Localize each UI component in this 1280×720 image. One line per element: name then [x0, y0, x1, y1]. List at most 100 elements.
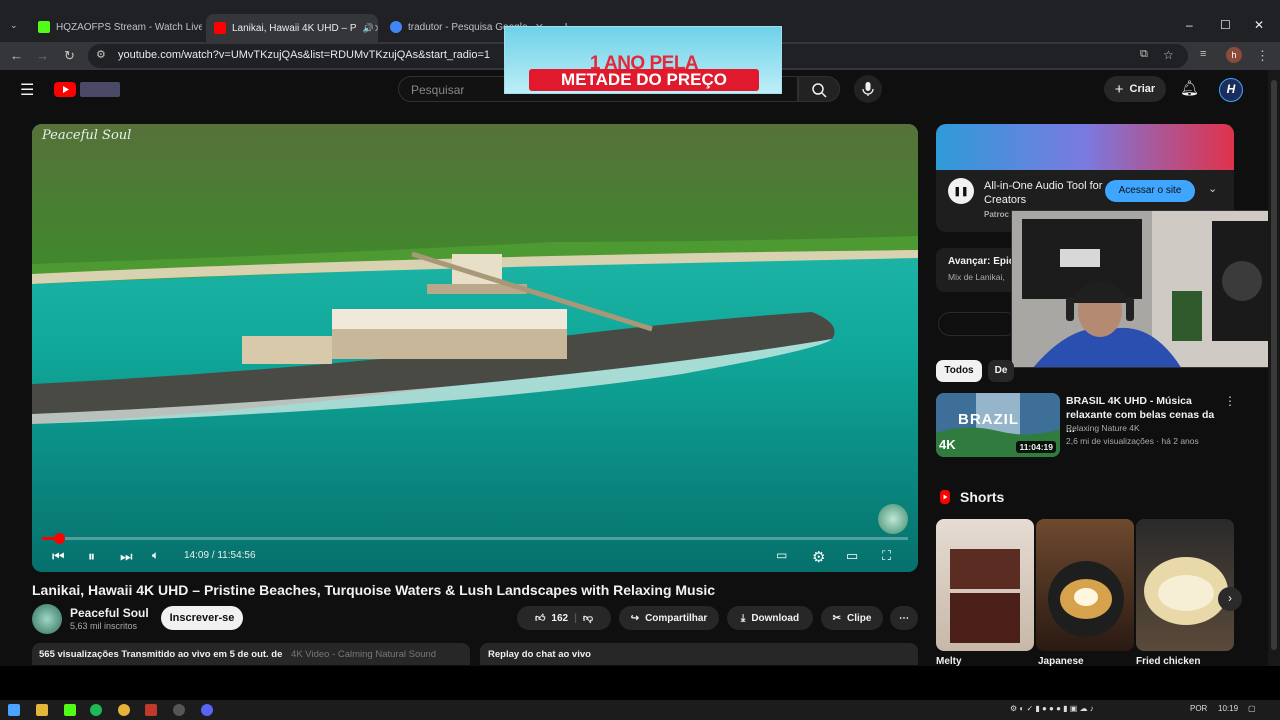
chip-de[interactable]: De [988, 360, 1014, 382]
like-dislike-group: 👍︎ 162 | 👎︎ [517, 606, 611, 630]
video-duration: 11:04:19 [1016, 441, 1056, 453]
google-favicon-icon [390, 21, 402, 33]
like-icon[interactable]: 👍︎ [535, 612, 545, 624]
subtitles-icon[interactable]: ▭ [776, 548, 787, 562]
subscriber-count: 5,63 mil inscritos [70, 621, 138, 631]
obs-icon[interactable] [173, 704, 185, 716]
notifications-bell-icon[interactable]: 🔔︎ [1180, 79, 1199, 97]
theater-mode-icon[interactable]: ▭ [846, 548, 858, 564]
notification-center-icon[interactable]: ▢ [1248, 704, 1256, 713]
microphone-icon [862, 82, 874, 96]
site-info-icon[interactable]: ⚙ [96, 48, 106, 61]
recommendation-thumbnail[interactable]: BRAZIL 4K 11:04:19 [936, 393, 1060, 457]
mix-subtitle: Mix de Lanikai, [948, 272, 1005, 282]
more-actions-button[interactable]: ⋯ [890, 606, 918, 630]
chip-all[interactable]: Todos [936, 360, 982, 382]
create-button[interactable]: + Criar [1104, 76, 1166, 102]
fullscreen-icon[interactable]: ⛶ [882, 548, 891, 564]
tab-hqzaofps[interactable]: HQZAOFPS Stream - Watch Live ✕ [30, 16, 202, 38]
more-icon: ⋯ [899, 612, 909, 624]
ad-banner-image [936, 124, 1234, 170]
overlay-promo-banner[interactable]: 1 ANO PELA METADE DO PREÇO [504, 26, 782, 94]
channel-branding-icon[interactable] [878, 504, 908, 534]
input-language[interactable]: POR [1190, 704, 1207, 713]
hamburger-menu-icon[interactable]: ☰ [20, 80, 34, 100]
download-icon: ⤓ [740, 612, 746, 624]
channel-name[interactable]: Peaceful Soul [70, 606, 149, 620]
reload-icon[interactable]: ↻ [64, 48, 75, 64]
back-icon[interactable]: ← [10, 48, 23, 63]
webcam-feed [1012, 211, 1279, 367]
dislike-icon[interactable]: 👎︎ [583, 612, 593, 624]
settings-gear-icon[interactable]: ⚙ [812, 548, 825, 566]
shorts-next-arrow-icon[interactable]: › [1218, 587, 1242, 611]
download-button[interactable]: ⤓ Download [727, 606, 813, 630]
plus-icon: + [1114, 80, 1124, 98]
short-thumbnail[interactable] [1136, 519, 1234, 651]
mix-action-pill[interactable] [938, 312, 1018, 336]
tab-search-icon[interactable]: ⌄ [10, 20, 18, 31]
close-window-icon[interactable]: ✕ [1254, 18, 1264, 32]
media-controls-icon[interactable]: ≡ [1200, 48, 1206, 60]
url-text[interactable]: youtube.com/watch?v=UMvTKzujQAs&list=RDU… [118, 49, 490, 61]
chrome-icon[interactable] [118, 704, 130, 716]
search-placeholder: Pesquisar [411, 83, 465, 97]
shorts-logo-icon [938, 490, 952, 504]
cast-icon[interactable]: ⧉ [1140, 48, 1148, 61]
channel-avatar[interactable] [32, 604, 62, 634]
short-thumbnail[interactable] [1036, 519, 1134, 651]
video-title: Lanikai, Hawaii 4K UHD – Pristine Beache… [32, 582, 716, 598]
profile-avatar[interactable]: h [1226, 47, 1242, 63]
page-scrollbar[interactable] [1268, 70, 1280, 666]
description-box[interactable]: 565 visualizações Transmitido ao vivo em… [32, 643, 470, 665]
ad-pause-icon[interactable]: ❚❚ [948, 178, 974, 204]
kick-favicon-icon [38, 21, 50, 33]
browser-menu-icon[interactable]: ⋮ [1256, 48, 1269, 64]
start-windows-icon[interactable] [8, 704, 20, 716]
next-icon[interactable]: ⏭ [120, 548, 133, 565]
progress-bar[interactable] [42, 533, 908, 544]
kick-app-icon[interactable] [64, 704, 76, 716]
ad-visit-site-button[interactable]: Acessar o site [1105, 180, 1195, 202]
chevron-down-icon[interactable]: ⌄ [1208, 182, 1217, 195]
pause-icon[interactable]: ⏸ [88, 548, 95, 565]
spotify-icon[interactable] [90, 704, 102, 716]
time-display: 14:09 / 11:54:56 [184, 550, 256, 561]
video-player[interactable]: Peaceful Soul ⏮ ⏸ ⏭ 🔈︎ 14:09 / 11:54:56 … [32, 124, 918, 572]
news-app-icon[interactable] [145, 704, 157, 716]
voice-search-button[interactable] [854, 75, 882, 103]
up-next-label: Avançar: Epic [948, 256, 1015, 267]
youtube-logo[interactable] [54, 82, 76, 97]
shorts-heading: Shorts [960, 489, 1005, 505]
short-image [1144, 557, 1228, 625]
discord-icon[interactable] [201, 704, 213, 716]
audio-playing-icon[interactable]: 🔊 [363, 23, 374, 34]
forward-icon[interactable]: → [36, 48, 49, 63]
subscribe-button[interactable]: Inscrever-se [161, 606, 243, 630]
search-button[interactable] [798, 76, 840, 102]
scrollbar-thumb[interactable] [1271, 80, 1277, 650]
tab-lanikai-youtube[interactable]: Lanikai, Hawaii 4K UHD – P 🔊 ✕ [206, 14, 378, 42]
more-options-icon[interactable]: ⋮ [1224, 394, 1236, 408]
chat-replay-bar[interactable]: Replay do chat ao vivo [480, 643, 918, 665]
short-thumbnail[interactable] [936, 519, 1034, 651]
chat-replay-label: Replay do chat ao vivo [488, 649, 591, 660]
file-explorer-icon[interactable] [36, 704, 48, 716]
minimize-icon[interactable]: – [1186, 18, 1193, 32]
clip-button[interactable]: ✂ Clipe [821, 606, 883, 630]
system-clock[interactable]: 10:19 [1218, 704, 1238, 713]
share-icon: ↪ [630, 612, 640, 624]
share-button[interactable]: ↪ Compartilhar [619, 606, 719, 630]
maximize-icon[interactable]: ☐ [1220, 18, 1231, 32]
like-count[interactable]: 162 [551, 613, 568, 624]
description-tags: 4K Video - Calming Natural Sound [291, 649, 437, 660]
previous-icon[interactable]: ⏮ [52, 548, 65, 565]
bookmark-star-icon[interactable]: ☆ [1163, 48, 1174, 62]
tab-title: HQZAOFPS Stream - Watch Live [56, 21, 202, 33]
volume-icon[interactable]: 🔈︎ [152, 548, 159, 563]
video-frame [32, 124, 918, 572]
recommendation-channel[interactable]: Relaxing Nature 4K [1066, 423, 1140, 433]
tray-icons[interactable]: ⚙ ◐ ✓ ▮ ● ● ● ▮ ▣ ☁ ♪ [1010, 704, 1094, 713]
account-avatar[interactable]: H [1219, 78, 1243, 102]
close-tab-icon[interactable]: ✕ [374, 22, 378, 35]
